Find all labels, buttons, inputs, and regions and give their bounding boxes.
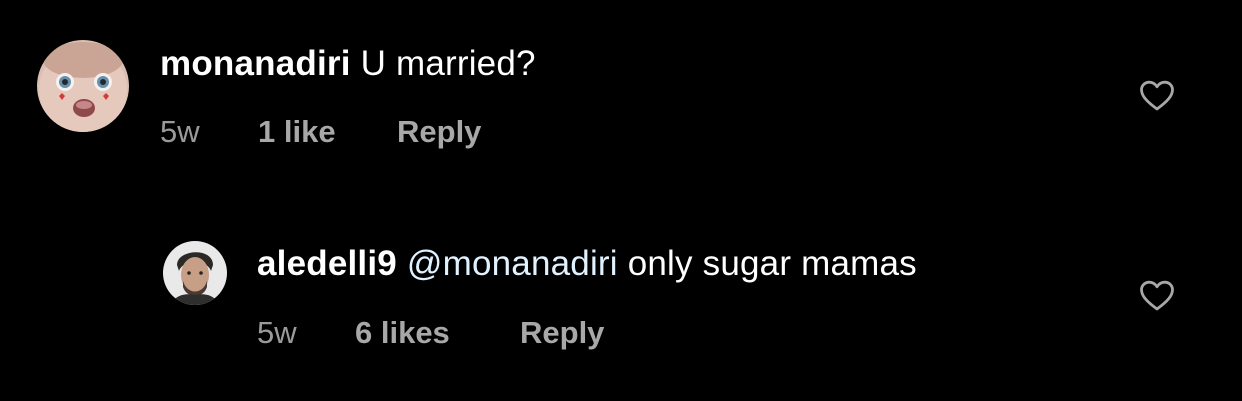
comment-username[interactable]: monanadiri xyxy=(160,44,351,83)
comment-timestamp: 5w xyxy=(160,114,200,149)
reply-button[interactable]: Reply xyxy=(520,313,604,353)
comment-text-line: aledelli9 @monanadiri only sugar mamas xyxy=(257,242,917,286)
mention-link[interactable]: @monanadiri xyxy=(407,244,618,283)
comment-timestamp: 5w xyxy=(257,315,297,350)
comment-like-count[interactable]: 1 like xyxy=(258,112,336,152)
comment-body: only sugar mamas xyxy=(627,244,917,283)
comment-username[interactable]: aledelli9 xyxy=(257,244,397,283)
comment-like-count[interactable]: 6 likes xyxy=(355,313,450,353)
comment-text-line: monanadiri U married? xyxy=(160,42,536,86)
avatar[interactable] xyxy=(163,241,227,305)
baby-face-avatar-icon xyxy=(37,40,129,132)
avatar[interactable] xyxy=(37,40,129,132)
heart-icon[interactable] xyxy=(1139,280,1175,312)
comment-body: U married? xyxy=(360,44,536,83)
heart-icon[interactable] xyxy=(1139,80,1175,112)
man-portrait-avatar-icon xyxy=(163,241,227,305)
reply-button[interactable]: Reply xyxy=(397,112,481,152)
